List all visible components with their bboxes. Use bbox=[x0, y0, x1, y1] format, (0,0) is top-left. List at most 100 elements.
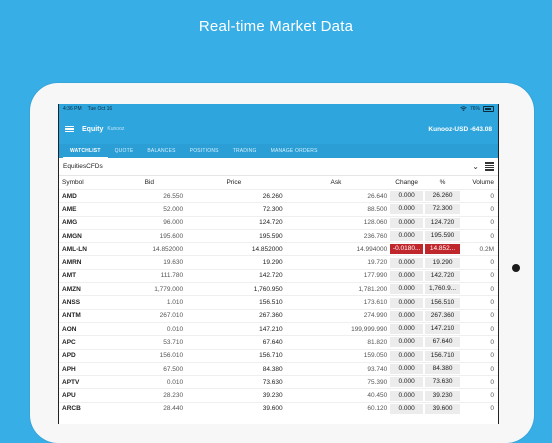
header-bid[interactable]: Bid bbox=[115, 176, 185, 190]
tab-watchlist[interactable]: WATCHLIST bbox=[63, 144, 108, 158]
battery-icon bbox=[483, 106, 494, 112]
row-percent: 39.230 bbox=[425, 390, 461, 401]
row-percent-cell: 72.300 bbox=[424, 202, 462, 217]
row-symbol: AMZN bbox=[59, 282, 116, 296]
row-change: 0.000 bbox=[390, 284, 424, 295]
row-volume: 0 bbox=[461, 335, 498, 350]
tab-balances[interactable]: BALANCES bbox=[140, 144, 182, 158]
row-volume: 0 bbox=[461, 348, 498, 363]
menu-icon[interactable] bbox=[65, 125, 74, 133]
header-volume[interactable]: Volume bbox=[461, 176, 498, 190]
row-change: 0.000 bbox=[390, 403, 424, 414]
row-percent-cell: 124.720 bbox=[424, 215, 462, 230]
row-percent: 72.300 bbox=[425, 204, 461, 215]
row-change-cell: 0.000 bbox=[389, 401, 425, 416]
row-ask: 14.994000 bbox=[284, 242, 390, 256]
row-volume: 0 bbox=[461, 188, 498, 203]
table-row[interactable]: AME 52.000 72.300 88.500 0.000 72.300 0 bbox=[59, 202, 498, 217]
row-change-cell: 0.000 bbox=[389, 202, 425, 217]
row-price: 19.290 bbox=[185, 255, 285, 270]
row-percent: 267.360 bbox=[425, 310, 461, 321]
row-volume: 0 bbox=[461, 308, 498, 323]
table-row[interactable]: AML-LN 14.852000 14.852000 14.994000 -0.0180… bbox=[59, 242, 498, 256]
table-row[interactable]: APTV 0.010 73.630 75.390 0.000 73.630 0 bbox=[59, 375, 498, 389]
account-balance[interactable]: Kunooz-USD -643.08 bbox=[428, 126, 492, 133]
table-row[interactable]: APU 28.230 39.230 40.450 0.000 39.230 0 bbox=[59, 388, 498, 403]
row-ask: 81.820 bbox=[284, 335, 390, 350]
table-row[interactable]: AMT 111.780 142.720 177.990 0.000 142.720 0 bbox=[59, 268, 498, 283]
app-subtitle: Kunooz bbox=[107, 126, 125, 132]
row-symbol: APC bbox=[59, 335, 116, 350]
row-volume: 0 bbox=[461, 401, 498, 416]
row-change-cell: 0.000 bbox=[389, 268, 425, 283]
header-price[interactable]: Price bbox=[185, 176, 284, 190]
row-price: 73.630 bbox=[185, 375, 285, 389]
row-percent: 19.290 bbox=[425, 257, 461, 268]
row-symbol: AME bbox=[59, 202, 116, 217]
row-percent-cell: 67.640 bbox=[424, 335, 462, 350]
row-bid: 195.600 bbox=[115, 228, 186, 243]
row-symbol: AON bbox=[59, 321, 116, 336]
tab-manage-orders[interactable]: MANAGE ORDERS bbox=[264, 144, 325, 158]
row-percent-cell: 156.510 bbox=[424, 295, 462, 310]
row-ask: 93.740 bbox=[284, 361, 390, 376]
row-symbol: AMGN bbox=[59, 228, 116, 243]
row-ask: 1,781.200 bbox=[284, 282, 390, 296]
row-ask: 19.720 bbox=[284, 255, 390, 270]
header-change[interactable]: Change bbox=[389, 176, 424, 190]
row-volume: 0.2M bbox=[461, 242, 498, 256]
tab-positions[interactable]: POSITIONS bbox=[183, 144, 226, 158]
table-row[interactable]: AMGN 195.600 195.590 236.760 0.000 195.590 0 bbox=[59, 228, 498, 243]
row-price: 267.360 bbox=[185, 308, 285, 323]
row-percent-cell: 195.590 bbox=[424, 228, 462, 243]
row-change: 0.000 bbox=[390, 231, 424, 242]
table-row[interactable]: APC 53.710 67.640 81.820 0.000 67.640 0 bbox=[59, 335, 498, 350]
table-row[interactable]: ARCB 28.440 39.600 60.120 0.000 39.600 0 bbox=[59, 401, 498, 416]
table-row[interactable]: APD 156.010 156.710 159.050 0.000 156.710 0 bbox=[59, 348, 498, 363]
row-change: 0.000 bbox=[390, 337, 424, 348]
row-ask: 60.120 bbox=[284, 401, 390, 416]
row-symbol: APTV bbox=[59, 375, 116, 389]
table-row[interactable]: AMD 26.550 26.260 26.640 0.000 26.260 0 bbox=[59, 188, 498, 203]
row-change-cell: 0.000 bbox=[389, 335, 425, 350]
row-bid: 156.010 bbox=[115, 348, 186, 363]
row-bid: 19.630 bbox=[115, 255, 186, 270]
header-symbol[interactable]: Symbol bbox=[59, 176, 115, 190]
table-row[interactable]: ANTM 267.010 267.360 274.990 0.000 267.360 0 bbox=[59, 308, 498, 323]
row-change: 0.000 bbox=[390, 204, 424, 215]
row-volume: 0 bbox=[461, 375, 498, 389]
row-bid: 1,779.000 bbox=[115, 282, 186, 296]
row-volume: 0 bbox=[461, 228, 498, 243]
table-row[interactable]: AMRN 19.630 19.290 19.720 0.000 19.290 0 bbox=[59, 255, 498, 270]
row-price: 195.590 bbox=[185, 228, 285, 243]
header-percent[interactable]: % bbox=[424, 176, 461, 190]
row-percent: 14.852... bbox=[425, 244, 461, 255]
row-percent-cell: 1,760.9... bbox=[424, 282, 462, 296]
row-volume: 0 bbox=[461, 295, 498, 310]
row-ask: 159.050 bbox=[284, 348, 390, 363]
row-change: 0.000 bbox=[390, 257, 424, 268]
row-percent: 156.510 bbox=[425, 297, 461, 308]
row-ask: 75.390 bbox=[284, 375, 390, 389]
row-change: 0.000 bbox=[390, 364, 424, 374]
header-ask[interactable]: Ask bbox=[285, 176, 390, 190]
row-bid: 14.852000 bbox=[115, 242, 186, 256]
row-change: 0.000 bbox=[390, 297, 424, 308]
table-row[interactable]: AMZN 1,779.000 1,760.950 1,781.200 0.000 1,76… bbox=[59, 282, 498, 296]
watchlist-selector[interactable]: EquitiesCFDs bbox=[63, 163, 103, 170]
tab-trading[interactable]: TRADING bbox=[226, 144, 264, 158]
table-row[interactable]: AON 0.010 147.210 199,999.990 0.000 147.210 0 bbox=[59, 321, 498, 336]
tab-quote[interactable]: QUOTE bbox=[108, 144, 141, 158]
row-change: 0.000 bbox=[390, 217, 424, 228]
chevron-down-icon[interactable]: ⌄ bbox=[472, 162, 479, 171]
list-view-icon[interactable] bbox=[485, 162, 494, 171]
row-symbol: AML-LN bbox=[59, 242, 116, 256]
row-symbol: ANTM bbox=[59, 308, 116, 323]
table-row[interactable]: AMG 96.000 124.720 128.060 0.000 124.720 0 bbox=[59, 215, 498, 230]
row-change-cell: 0.000 bbox=[389, 228, 425, 243]
table-header-row: Symbol Bid Price Ask Change % Volume bbox=[59, 176, 498, 190]
row-change: 0.000 bbox=[390, 377, 424, 388]
table-row[interactable]: ANSS 1.010 156.510 173.610 0.000 156.510 0 bbox=[59, 295, 498, 310]
table-row[interactable]: APH 67.500 84.380 93.740 0.000 84.380 0 bbox=[59, 361, 498, 376]
row-percent: 142.720 bbox=[425, 270, 461, 281]
